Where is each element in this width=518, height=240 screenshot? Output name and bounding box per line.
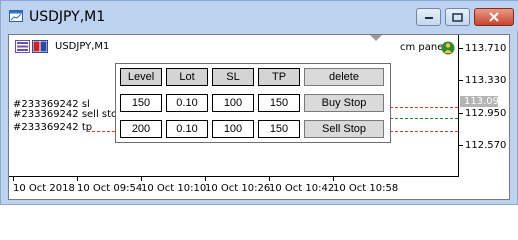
x-tick-label: 10 Oct 10:58 [333,183,399,194]
y-tick [459,80,463,81]
chart-window-icon [9,10,23,22]
chart-symbol-label: USDJPY,M1 [55,41,110,52]
y-tick [459,113,463,114]
sl-header: SL [212,68,254,86]
list-icon [15,40,30,53]
chart-area[interactable]: USDJPY,M1 cm panel 113.710 113.330 112.9… [8,34,510,200]
x-tick [13,177,14,181]
x-tick [333,177,334,181]
x-tick [77,177,78,181]
y-tick [459,48,463,49]
minimize-icon [424,17,433,19]
ea-name-label: cm panel [400,42,447,53]
tp-header: TP [258,68,300,86]
chart-shift-marker [370,35,382,41]
buy-tp-input[interactable]: 150 [258,94,300,112]
restore-button[interactable] [445,8,470,26]
y-tick-label: 112.570 [465,140,507,151]
current-price-tag: 113.095 [460,96,505,107]
x-tick-label: 10 Oct 2018 [13,183,75,194]
close-button[interactable] [474,8,514,26]
x-tick-label: 10 Oct 10:10 [141,183,207,194]
buy-sl-input[interactable]: 100 [212,94,254,112]
x-tick-label: 10 Oct 10:26 [205,183,271,194]
delete-button[interactable]: delete [304,68,384,86]
x-tick-label: 10 Oct 09:54 [77,183,143,194]
x-tick [205,177,206,181]
lot-header: Lot [166,68,208,86]
window-title: USDJPY,M1 [29,9,106,25]
one-click-trading-icon[interactable] [32,40,48,53]
x-tick-label: 10 Oct 10:42 [269,183,335,194]
sell-sl-input[interactable]: 100 [212,120,254,138]
tp-line-left [87,131,115,132]
sell-stop-line[interactable] [385,118,458,119]
order-panel: Level Lot SL TP delete 150 0.10 100 150 … [115,63,391,143]
chart-window: USDJPY,M1 USDJPY,M1 cm panel 113.710 113… [0,0,518,205]
x-tick [269,177,270,181]
close-icon [489,12,499,22]
buy-stop-button[interactable]: Buy Stop [304,94,384,112]
sell-level-input[interactable]: 200 [120,120,162,138]
sl-line[interactable] [385,107,458,108]
y-tick-label: 113.330 [465,75,507,86]
sell-stop-button[interactable]: Sell Stop [304,120,384,138]
buy-lot-input[interactable]: 0.10 [166,94,208,112]
x-tick [141,177,142,181]
y-tick [459,145,463,146]
sell-lot-input[interactable]: 0.10 [166,120,208,138]
restore-icon [452,12,463,22]
title-bar[interactable]: USDJPY,M1 [1,1,518,31]
y-tick-label: 112.950 [465,108,507,119]
buy-level-input[interactable]: 150 [120,94,162,112]
sell-tp-input[interactable]: 150 [258,120,300,138]
tp-line[interactable] [385,131,458,132]
y-tick-label: 113.710 [465,43,507,54]
tp-order-label: #233369242 tp [13,122,93,133]
level-header: Level [120,68,162,86]
minimize-button[interactable] [416,8,441,26]
expert-advisor-icon[interactable] [441,41,455,55]
